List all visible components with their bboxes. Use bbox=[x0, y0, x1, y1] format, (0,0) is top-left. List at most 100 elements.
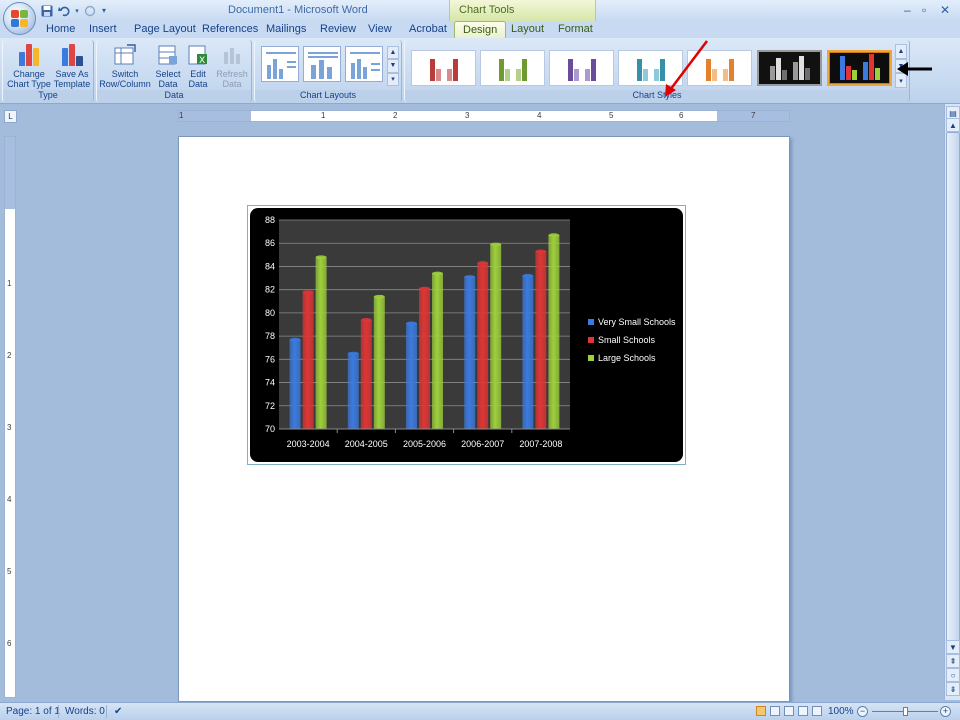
chart-object[interactable]: 70 72 74 76 78 80 82 84 86 88 2003-2004 2004-2005 20… bbox=[247, 205, 686, 465]
tab-format[interactable]: Format bbox=[558, 23, 593, 35]
chart-layouts-scroll[interactable]: ▲ ▼ ▾ bbox=[387, 46, 399, 86]
bar-very-small-schools[interactable] bbox=[464, 276, 476, 429]
bar-large-schools[interactable] bbox=[490, 244, 502, 429]
zoom-level[interactable]: 100% bbox=[828, 706, 854, 717]
proofing-icon[interactable]: ✔ bbox=[114, 706, 122, 717]
chart-style-colorful-dark[interactable] bbox=[827, 50, 892, 86]
styles-scroll-up-icon[interactable]: ▲ bbox=[895, 44, 907, 59]
chart-layout-1[interactable] bbox=[261, 46, 299, 82]
chart-tools-group: Chart Tools bbox=[449, 0, 596, 21]
browse-object-icon[interactable]: ○ bbox=[946, 668, 960, 682]
zoom-out-icon[interactable]: − bbox=[857, 706, 868, 717]
horizontal-ruler[interactable]: 1 1 2 3 4 5 6 7 bbox=[178, 110, 790, 122]
vertical-scrollbar[interactable]: ▤ ▲ ▼ ⇞ ○ ⇟ bbox=[944, 104, 960, 700]
chart-style-purple[interactable] bbox=[549, 50, 614, 86]
vertical-ruler[interactable]: 1 2 3 4 5 6 bbox=[4, 136, 16, 698]
maximize-icon[interactable]: ▫ bbox=[922, 3, 926, 17]
chart-style-teal[interactable] bbox=[618, 50, 683, 86]
customize-qat-icon[interactable]: ▾ bbox=[100, 4, 108, 18]
bar-very-small-schools[interactable] bbox=[289, 339, 301, 429]
chart-style-red[interactable] bbox=[411, 50, 476, 86]
chart-style-green[interactable] bbox=[480, 50, 545, 86]
tab-review[interactable]: Review bbox=[320, 23, 356, 35]
y-tick-label: 86 bbox=[265, 238, 275, 248]
draft-view-icon[interactable] bbox=[812, 706, 822, 716]
y-tick-label: 76 bbox=[265, 354, 275, 364]
refresh-data-icon bbox=[219, 42, 245, 66]
tab-mailings[interactable]: Mailings bbox=[266, 23, 306, 35]
data-group-label: Data bbox=[97, 90, 251, 102]
tab-references[interactable]: References bbox=[202, 23, 258, 35]
tab-view[interactable]: View bbox=[368, 23, 392, 35]
tab-layout[interactable]: Layout bbox=[511, 23, 544, 35]
chart-style-orange[interactable] bbox=[687, 50, 752, 86]
edit-data-label: Edit Data bbox=[188, 69, 208, 89]
redo-icon[interactable] bbox=[83, 4, 97, 18]
ruler-number: 5 bbox=[609, 111, 614, 120]
chart-layouts-group: ▲ ▼ ▾ Chart Layouts bbox=[254, 40, 402, 102]
undo-dropdown-icon[interactable]: ▾ bbox=[74, 4, 80, 18]
legend-item[interactable]: Large Schools bbox=[588, 349, 683, 367]
select-data-button[interactable]: Select Data bbox=[151, 42, 185, 89]
ruler-number: 3 bbox=[465, 111, 470, 120]
ruler-number: 3 bbox=[7, 423, 12, 432]
outline-view-icon[interactable] bbox=[798, 706, 808, 716]
scroll-down-icon[interactable]: ▼ bbox=[946, 640, 960, 654]
bar-very-small-schools[interactable] bbox=[406, 323, 417, 429]
full-screen-reading-view-icon[interactable] bbox=[770, 706, 780, 716]
bar-cap bbox=[432, 271, 443, 276]
chart-layout-3[interactable] bbox=[345, 46, 383, 82]
ruler-number: 6 bbox=[7, 639, 12, 648]
undo-icon[interactable] bbox=[57, 4, 71, 18]
bar-very-small-schools[interactable] bbox=[347, 353, 359, 429]
bar-large-schools[interactable] bbox=[315, 257, 327, 429]
bar-small-schools[interactable] bbox=[302, 291, 314, 429]
legend-item[interactable]: Small Schools bbox=[588, 331, 683, 349]
change-chart-type-button[interactable]: Change Chart Type bbox=[7, 42, 51, 89]
previous-page-icon[interactable]: ⇞ bbox=[946, 654, 960, 668]
legend-label: Small Schools bbox=[598, 335, 656, 345]
styles-scroll-down-icon[interactable]: ▼ bbox=[895, 58, 907, 74]
bar-small-schools[interactable] bbox=[419, 288, 430, 429]
save-as-template-button[interactable]: Save As Template bbox=[51, 42, 93, 89]
tab-insert[interactable]: Insert bbox=[89, 23, 117, 35]
bar-small-schools[interactable] bbox=[535, 251, 547, 429]
save-icon[interactable] bbox=[40, 4, 54, 18]
minimize-icon[interactable]: – bbox=[904, 3, 911, 17]
styles-more-icon[interactable]: ▾ bbox=[895, 73, 907, 89]
switch-row-column-button[interactable]: Switch Row/Column bbox=[97, 42, 153, 89]
chart-legend[interactable]: Very Small Schools Small Schools Large Sch… bbox=[588, 313, 683, 367]
bar-small-schools[interactable] bbox=[477, 262, 489, 429]
edit-data-button[interactable]: X Edit Data bbox=[183, 42, 213, 89]
word-count[interactable]: Words: 0 bbox=[65, 706, 105, 717]
tab-acrobat[interactable]: Acrobat bbox=[409, 23, 447, 35]
close-icon[interactable]: ✕ bbox=[940, 3, 950, 17]
scroll-up-icon[interactable]: ▲ bbox=[387, 46, 399, 60]
legend-item[interactable]: Very Small Schools bbox=[588, 313, 683, 331]
web-layout-view-icon[interactable] bbox=[784, 706, 794, 716]
scroll-down-icon[interactable]: ▼ bbox=[387, 59, 399, 73]
ruler-toggle-button[interactable]: L bbox=[4, 110, 17, 123]
bar-large-schools[interactable] bbox=[548, 235, 560, 429]
next-page-icon[interactable]: ⇟ bbox=[946, 682, 960, 696]
print-layout-view-icon[interactable] bbox=[756, 706, 766, 716]
chart-styles-scroll[interactable]: ▲ ▼ ▾ bbox=[895, 44, 907, 89]
tab-page-layout[interactable]: Page Layout bbox=[134, 23, 196, 35]
zoom-in-icon[interactable]: + bbox=[940, 706, 951, 717]
more-icon[interactable]: ▾ bbox=[387, 72, 399, 86]
page-count[interactable]: Page: 1 of 1 bbox=[6, 706, 60, 717]
zoom-slider-thumb[interactable] bbox=[903, 707, 908, 716]
scroll-up-icon[interactable]: ▲ bbox=[946, 118, 960, 132]
bar-small-schools[interactable] bbox=[360, 319, 372, 429]
bar-very-small-schools[interactable] bbox=[522, 275, 534, 429]
chart-style-gray-dark[interactable] bbox=[757, 50, 822, 86]
refresh-data-button[interactable]: Refresh Data bbox=[213, 42, 251, 89]
select-data-icon bbox=[155, 42, 181, 66]
bar-large-schools[interactable] bbox=[432, 273, 443, 429]
chart-area[interactable]: 70 72 74 76 78 80 82 84 86 88 2003-2004 2004-2005 20… bbox=[250, 208, 683, 462]
bar-large-schools[interactable] bbox=[373, 296, 385, 429]
office-button[interactable] bbox=[3, 2, 36, 35]
scrollbar-thumb[interactable] bbox=[946, 132, 960, 680]
chart-layout-2[interactable] bbox=[303, 46, 341, 82]
tab-home[interactable]: Home bbox=[46, 23, 75, 35]
